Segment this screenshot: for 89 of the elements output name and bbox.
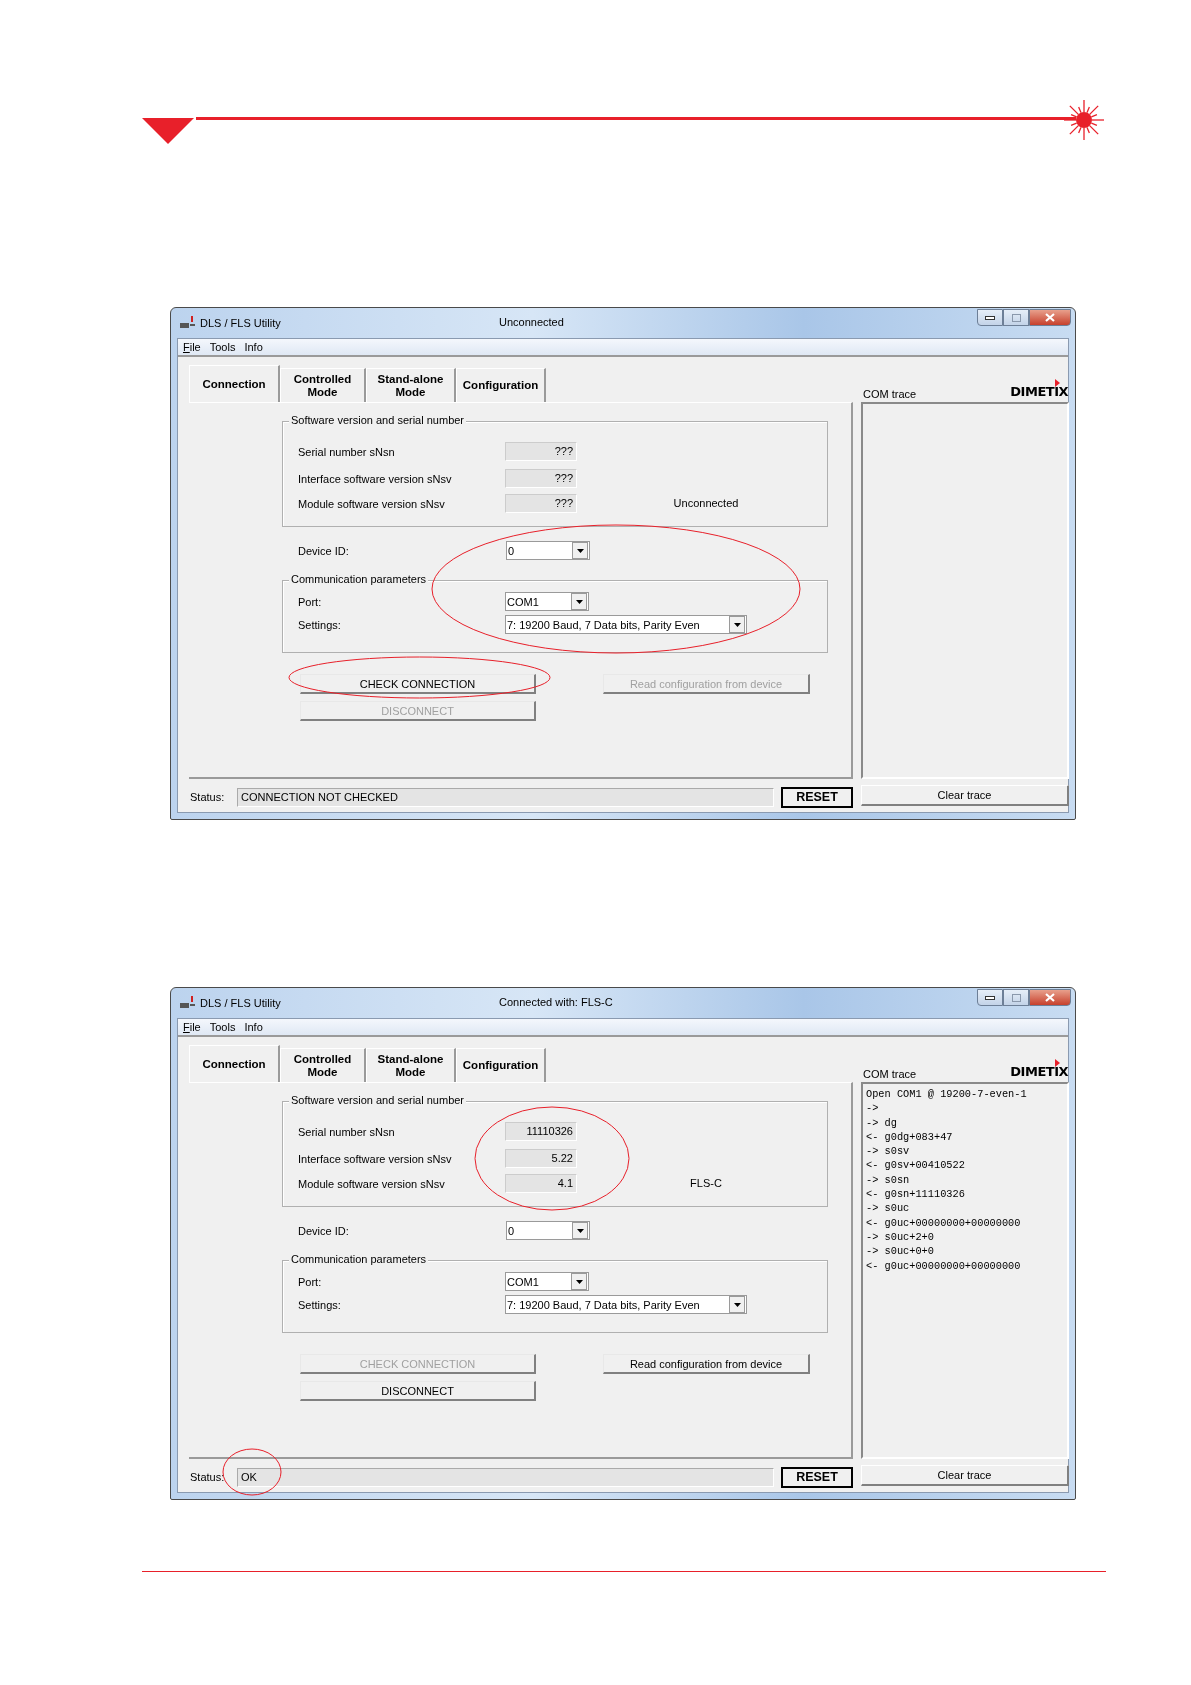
dropdown[interactable]: COM1 <box>505 1272 589 1291</box>
dropdown[interactable]: 7: 19200 Baud, 7 Data bits, Parity Even <box>505 1295 747 1314</box>
disconnect-button[interactable]: DISCONNECT <box>300 1381 536 1401</box>
readonly-field: ??? <box>505 494 577 513</box>
tab[interactable]: Controlled Mode <box>280 1048 366 1082</box>
trace-label: COM trace <box>863 388 917 400</box>
clear-trace-button[interactable]: Clear trace <box>861 1465 1069 1486</box>
close-icon <box>1045 313 1055 322</box>
field-label: Module software version sNsv <box>298 1177 446 1190</box>
window-title: DLS / FLS Utility <box>200 317 281 329</box>
logo: DIMETIX <box>1010 1059 1069 1080</box>
trace-label: COM trace <box>863 1068 917 1080</box>
group-title: Software version and serial number <box>289 414 467 426</box>
readonly-field: 11110326 <box>505 1122 577 1141</box>
trace-line: <- g0uc+00000000+00000000 <box>866 1215 1022 1230</box>
menu-item[interactable]: Tools <box>206 341 242 353</box>
group-title: Communication parameters <box>289 573 429 585</box>
trace-line: -> s0uc+2+0 <box>866 1229 935 1245</box>
field-label: Interface software version sNsv <box>298 1152 453 1165</box>
check-connection-button[interactable]: CHECK CONNECTION <box>300 674 536 694</box>
field-label: Device ID: <box>298 544 350 557</box>
field-label: Serial number sNsn <box>298 445 396 458</box>
tab[interactable]: Connection <box>189 365 280 402</box>
logo: DIMETIX <box>1010 379 1069 400</box>
close-button[interactable] <box>1029 309 1071 326</box>
app-icon <box>180 316 196 330</box>
menu-item[interactable]: Info <box>241 341 269 353</box>
menu-item[interactable]: Tools <box>206 1021 242 1033</box>
status-field: CONNECTION NOT CHECKED <box>237 787 774 807</box>
minimize-button[interactable] <box>977 309 1003 326</box>
trace-line: <- g0uc+00000000+00000000 <box>866 1258 1022 1273</box>
read-configuration-button[interactable]: Read configuration from device <box>603 1354 810 1374</box>
status-label: Status: <box>189 1471 226 1483</box>
minimize-icon <box>985 995 995 1000</box>
reset-button[interactable]: RESET <box>781 1466 853 1488</box>
trace-line: <- g0sv+00410522 <box>866 1158 966 1173</box>
group-title: Communication parameters <box>289 1253 429 1265</box>
maximize-icon <box>1011 993 1021 1002</box>
reset-button[interactable]: RESET <box>781 786 853 808</box>
minimize-icon <box>985 315 995 320</box>
trace-line: -> s0sv <box>866 1144 911 1159</box>
tab[interactable]: Controlled Mode <box>280 368 366 402</box>
status-label: Status: <box>189 791 226 803</box>
connection-title: Connected with: FLS-C <box>499 996 613 1008</box>
tab[interactable]: Configuration <box>456 1048 546 1082</box>
trace-line: <- g0sn+11110326 <box>866 1187 966 1202</box>
device-name: Unconnected <box>672 497 740 509</box>
trace-line: -> dg <box>866 1115 898 1130</box>
connection-title: Unconnected <box>499 316 564 328</box>
menu-item[interactable]: Info <box>241 1021 269 1033</box>
readonly-field: 5.22 <box>505 1149 577 1168</box>
trace-line: -> s0uc <box>866 1201 911 1216</box>
menu-item[interactable]: File <box>180 341 207 353</box>
dropdown[interactable]: COM1 <box>505 592 589 611</box>
dropdown[interactable]: 0 <box>506 1221 590 1240</box>
close-icon <box>1045 993 1055 1002</box>
readonly-field: ??? <box>505 442 577 461</box>
field-label: Interface software version sNsv <box>298 472 453 485</box>
trace-line: <- g0dg+083+47 <box>866 1129 954 1145</box>
field-label: Settings: <box>298 618 342 631</box>
field-label: Port: <box>298 595 323 608</box>
group-title: Software version and serial number <box>289 1094 467 1106</box>
triangle-icon <box>142 118 194 144</box>
field-label: Module software version sNsv <box>298 497 446 510</box>
field-label: Serial number sNsn <box>298 1125 396 1138</box>
readonly-field: ??? <box>505 469 577 488</box>
tab[interactable]: Configuration <box>456 368 546 402</box>
tab[interactable]: Connection <box>189 1045 280 1082</box>
trace-line: -> s0sn <box>866 1172 911 1188</box>
dropdown[interactable]: 7: 19200 Baud, 7 Data bits, Parity Even <box>505 615 747 634</box>
device-name: FLS-C <box>689 1177 723 1189</box>
minimize-button[interactable] <box>977 989 1003 1006</box>
trace-line: Open COM1 @ 19200-7-even-1 <box>866 1087 1028 1102</box>
menu-item[interactable]: File <box>180 1021 207 1033</box>
window-title: DLS / FLS Utility <box>200 997 281 1009</box>
dropdown[interactable]: 0 <box>506 541 590 560</box>
field-label: Device ID: <box>298 1224 350 1237</box>
tab[interactable]: Stand-alone Mode <box>366 1048 456 1082</box>
maximize-icon <box>1011 313 1021 322</box>
field-label: Port: <box>298 1275 323 1288</box>
clear-trace-button[interactable]: Clear trace <box>861 785 1069 806</box>
tab[interactable]: Stand-alone Mode <box>366 368 456 402</box>
trace-line: -> <box>866 1101 880 1116</box>
app-icon <box>180 996 196 1010</box>
trace-line: -> s0uc+0+0 <box>866 1244 935 1259</box>
field-label: Settings: <box>298 1298 342 1311</box>
readonly-field: 4.1 <box>505 1174 577 1193</box>
close-button[interactable] <box>1029 989 1071 1006</box>
status-field: OK <box>237 1467 774 1487</box>
